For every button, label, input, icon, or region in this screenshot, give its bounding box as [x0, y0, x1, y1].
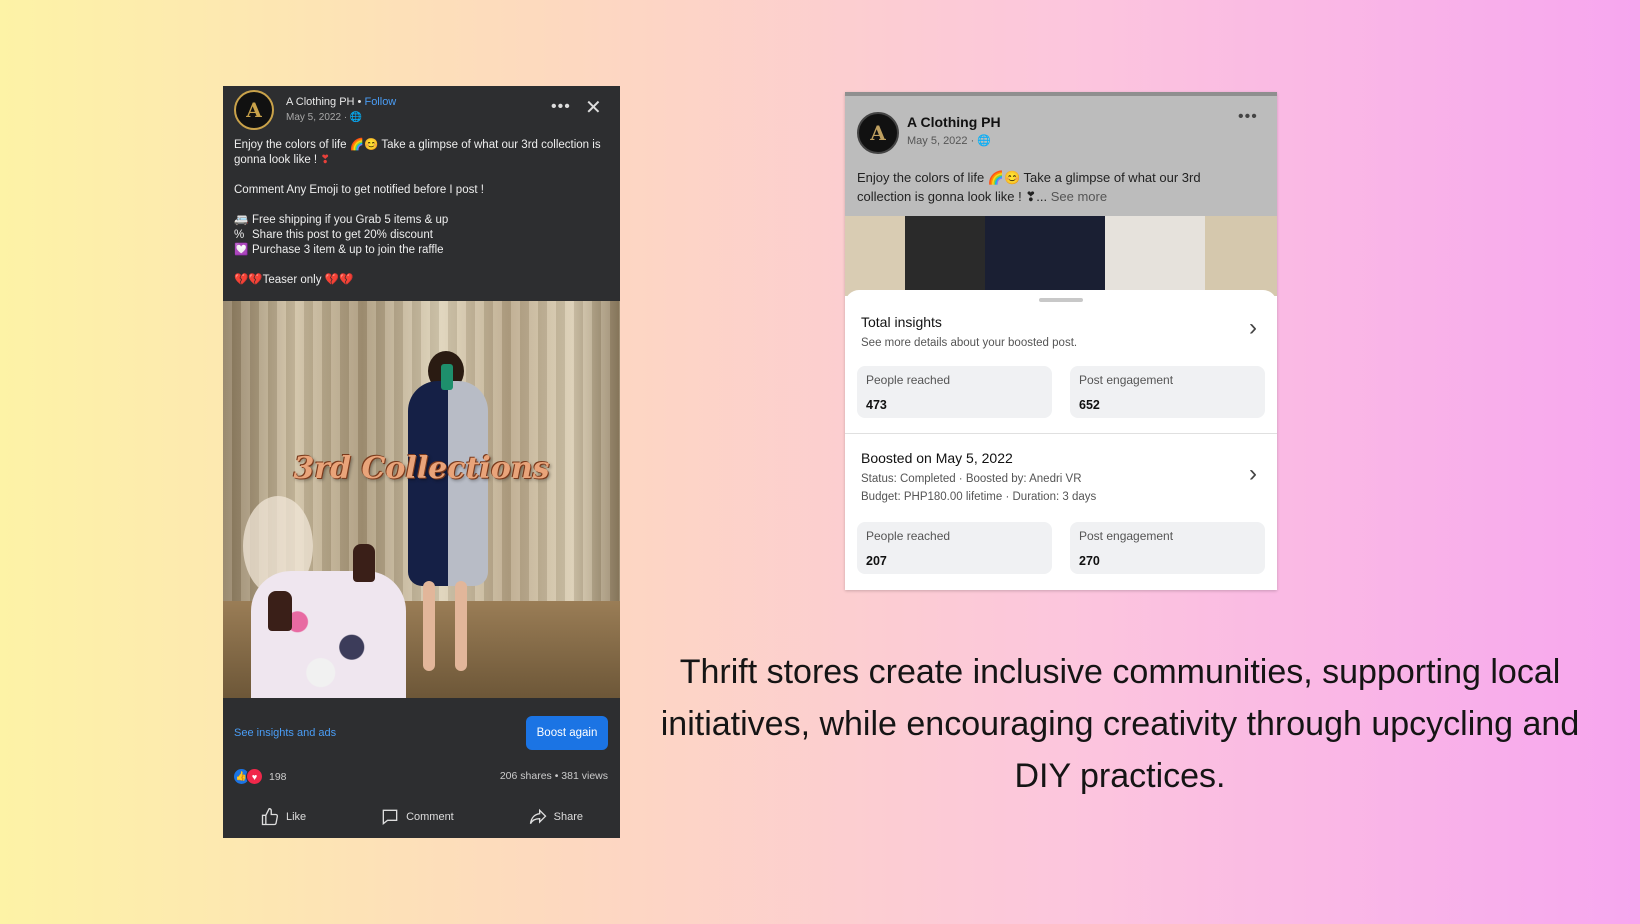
- share-label: Share: [553, 811, 584, 823]
- insights-bottom-sheet: Total insights See more details about yo…: [845, 290, 1277, 590]
- page-avatar[interactable]: A: [857, 112, 899, 154]
- caption-line-2: Comment Any Emoji to get notified before…: [234, 184, 484, 196]
- boost-insights-card: A A Clothing PH May 5, 2022 · 🌐 ••• Enjo…: [845, 92, 1277, 590]
- boosted-on-title[interactable]: Boosted on May 5, 2022: [861, 450, 1013, 466]
- metric-people-reached: People reached 207: [857, 522, 1052, 574]
- post-caption: Enjoy the colors of life 🌈😊 Take a glimp…: [234, 138, 604, 288]
- reactions-summary[interactable]: 👍 ♥ 198: [234, 768, 287, 785]
- boost-status: Status: Completed · Boosted by: Anedri V…: [861, 473, 1082, 485]
- share-button[interactable]: Share: [528, 807, 583, 827]
- comment-button[interactable]: Comment: [380, 807, 454, 827]
- total-insights-title[interactable]: Total insights: [861, 314, 942, 330]
- post-date: May 5, 2022 · 🌐: [286, 112, 362, 123]
- metric-label: Post engagement: [1079, 373, 1174, 387]
- post-header: A A Clothing PH • Follow May 5, 2022 · 🌐…: [234, 90, 609, 130]
- comment-icon: [382, 809, 398, 826]
- boost-budget: Budget: PHP180.00 lifetime · Duration: 3…: [861, 491, 1097, 503]
- heart-box-icon: 💟: [234, 244, 249, 256]
- chevron-right-icon[interactable]: ›: [1249, 314, 1257, 342]
- metric-post-engagement: Post engagement 652: [1070, 366, 1265, 418]
- shares-views[interactable]: 206 shares • 381 views: [500, 770, 608, 782]
- post-date-text: May 5, 2022 ·: [286, 112, 350, 123]
- comment-label: Comment: [406, 811, 454, 823]
- heart-icon: ❣: [320, 154, 330, 166]
- headline-text: Thrift stores create inclusive communiti…: [660, 653, 1580, 795]
- dimmed-post-preview: A A Clothing PH May 5, 2022 · 🌐 ••• Enjo…: [845, 92, 1277, 216]
- boost-again-button[interactable]: Boost again: [526, 716, 608, 750]
- post-date-text: May 5, 2022 ·: [907, 135, 978, 147]
- see-more-link[interactable]: See more: [1051, 189, 1107, 204]
- metric-value: 473: [866, 398, 887, 412]
- more-options-icon[interactable]: •••: [1238, 108, 1258, 126]
- metric-value: 652: [1079, 398, 1100, 412]
- see-insights-link[interactable]: See insights and ads: [234, 727, 336, 739]
- post-actions: Like Comment Share: [223, 796, 620, 838]
- metric-post-engagement: Post engagement 270: [1070, 522, 1265, 574]
- sheet-drag-handle[interactable]: [1039, 298, 1083, 302]
- caption-line-1: Enjoy the colors of life 🌈😊 Take a glimp…: [234, 139, 601, 166]
- metric-people-reached: People reached 473: [857, 366, 1052, 418]
- chevron-right-icon[interactable]: ›: [1249, 460, 1257, 488]
- love-reaction-icon: ♥: [246, 768, 263, 785]
- teaser-text: 💔💔Teaser only 💔💔: [234, 274, 354, 286]
- van-icon: 🚐: [234, 214, 249, 226]
- more-options-icon[interactable]: •••: [551, 98, 571, 116]
- page-avatar[interactable]: A: [234, 90, 274, 130]
- globe-icon: 🌐: [977, 135, 992, 147]
- bullet-item: 🚐 Free shipping if you Grab 5 items & up: [234, 213, 604, 228]
- post-photo[interactable]: 3rd Collections: [223, 301, 620, 698]
- total-insights-subtitle: See more details about your boosted post…: [861, 337, 1078, 349]
- metric-label: People reached: [866, 529, 951, 543]
- bullet-item: % Share this post to get 20% discount: [234, 228, 604, 243]
- post-caption: Enjoy the colors of life 🌈😊 Take a glimp…: [857, 168, 1237, 206]
- post-photo-strip: [845, 216, 1277, 296]
- close-icon[interactable]: ✕: [585, 95, 602, 120]
- globe-icon: 🌐: [349, 112, 363, 123]
- like-button[interactable]: Like: [260, 807, 306, 827]
- section-divider: [845, 433, 1277, 434]
- post-date: May 5, 2022 · 🌐: [907, 134, 991, 147]
- reaction-count: 198: [269, 770, 287, 783]
- bullet-text: Free shipping if you Grab 5 items & up: [252, 214, 449, 226]
- caption-text: Enjoy the colors of life 🌈😊 Take a glimp…: [857, 170, 1201, 204]
- facebook-post-dark: A A Clothing PH • Follow May 5, 2022 · 🌐…: [223, 86, 620, 838]
- metric-value: 270: [1079, 554, 1100, 568]
- author-name[interactable]: A Clothing PH: [907, 114, 1001, 130]
- separator-dot: •: [357, 96, 362, 108]
- bullet-text: Purchase 3 item & up to join the raffle: [252, 244, 444, 256]
- metric-label: People reached: [866, 373, 951, 387]
- share-icon: [529, 808, 547, 824]
- follow-link[interactable]: Follow: [364, 96, 396, 108]
- metric-label: Post engagement: [1079, 529, 1174, 543]
- bullet-item: 💟 Purchase 3 item & up to join the raffle: [234, 243, 604, 258]
- photo-overlay-title: 3rd Collections: [293, 451, 550, 486]
- bullet-text: Share this post to get 20% discount: [252, 229, 433, 241]
- thumbs-up-icon: [261, 807, 278, 826]
- percent-icon: %: [234, 229, 245, 241]
- author-line: A Clothing PH • Follow: [286, 96, 396, 108]
- metric-value: 207: [866, 554, 887, 568]
- like-label: Like: [285, 811, 307, 823]
- author-name[interactable]: A Clothing PH: [286, 96, 354, 108]
